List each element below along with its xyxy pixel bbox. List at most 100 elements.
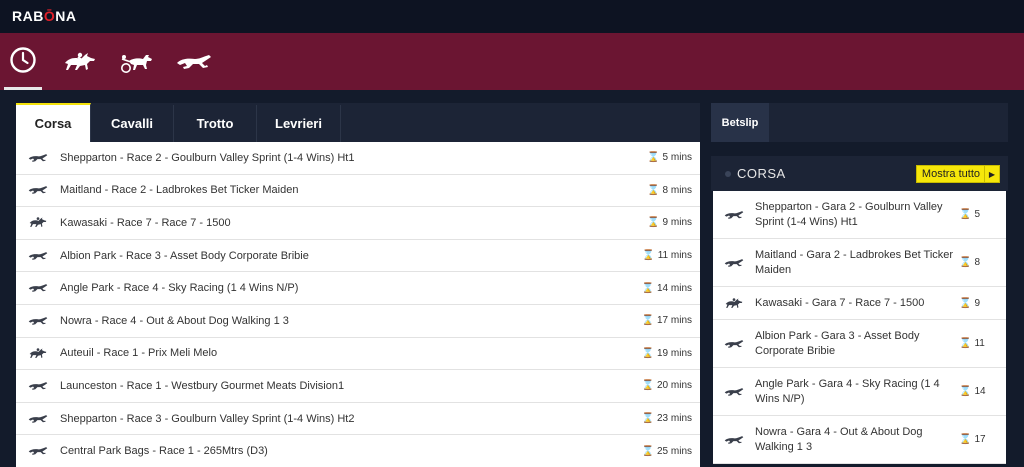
greyhound-icon xyxy=(713,338,755,350)
race-name: Kawasaki - Race 7 - Race 7 - 1500 xyxy=(60,216,231,229)
betslip-item-time: ⌛ 9 xyxy=(959,298,999,309)
hourglass-icon: ⌛ xyxy=(641,282,654,294)
horse-racing-icon[interactable] xyxy=(60,33,100,90)
show-all-label: Mostra tutto xyxy=(921,168,980,180)
race-row[interactable]: Albion Park - Race 3 - Asset Body Corpor… xyxy=(16,240,700,273)
race-time-value: 8 mins xyxy=(662,184,692,196)
race-name: Angle Park - Race 4 - Sky Racing (1 4 Wi… xyxy=(60,282,299,295)
race-time: ⌛ 5 mins xyxy=(630,152,700,163)
greyhound-icon xyxy=(16,184,60,196)
betslip-item-row[interactable]: Angle Park - Gara 4 - Sky Racing (1 4 Wi… xyxy=(713,368,1006,416)
betslip-item-time-value: 5 xyxy=(974,209,981,220)
greyhound-icon xyxy=(16,315,60,327)
race-list: Shepparton - Race 2 - Goulburn Valley Sp… xyxy=(16,142,700,467)
race-name: Maitland - Race 2 - Ladbrokes Bet Ticker… xyxy=(60,184,299,197)
race-time: ⌛ 14 mins xyxy=(630,283,700,294)
race-time: ⌛ 11 mins xyxy=(630,250,700,261)
betslip-section-header: CORSA Mostra tutto ▶ xyxy=(711,156,1008,191)
tab-cavalli[interactable]: Cavalli xyxy=(91,105,174,142)
rabona-logo[interactable]: RABŌNA xyxy=(12,8,76,24)
horse-racing-icon xyxy=(16,346,60,361)
betslip-item-row[interactable]: Maitland - Gara 2 - Ladbrokes Bet Ticker… xyxy=(713,239,1006,287)
tab-betslip[interactable]: Betslip xyxy=(711,103,769,142)
race-name: Auteuil - Race 1 - Prix Meli Melo xyxy=(60,347,218,360)
betslip-item-time-value: 17 xyxy=(974,434,986,445)
betslip-item-name: Nowra - Gara 4 - Out & About Dog Walking… xyxy=(755,425,923,453)
races-panel: Corsa Cavalli Trotto Levrieri Shepparton… xyxy=(16,103,700,467)
greyhound-icon xyxy=(16,250,60,262)
betslip-tabs: Betslip xyxy=(711,103,1008,142)
betslip-item-name: Kawasaki - Gara 7 - Race 7 - 1500 xyxy=(755,296,925,309)
race-row[interactable]: Launceston - Race 1 - Westbury Gourmet M… xyxy=(16,370,700,403)
race-row[interactable]: Central Park Bags - Race 1 - 265Mtrs (D3… xyxy=(16,435,700,467)
horse-racing-icon xyxy=(16,215,60,230)
race-name: Albion Park - Race 3 - Asset Body Corpor… xyxy=(60,249,309,262)
race-row[interactable]: Nowra - Race 4 - Out & About Dog Walking… xyxy=(16,305,700,338)
betslip-item-time: ⌛ 5 xyxy=(959,209,999,220)
hourglass-icon: ⌛ xyxy=(641,315,654,327)
show-all-button[interactable]: Mostra tutto ▶ xyxy=(915,165,1000,183)
race-time: ⌛ 19 mins xyxy=(630,348,700,359)
race-row[interactable]: Angle Park - Race 4 - Sky Racing (1 4 Wi… xyxy=(16,272,700,305)
section-dot-icon xyxy=(725,170,731,177)
tab-trotto[interactable]: Trotto xyxy=(174,105,257,142)
race-time: ⌛ 25 mins xyxy=(630,446,700,457)
hourglass-icon: ⌛ xyxy=(959,434,972,445)
trotting-icon[interactable] xyxy=(117,33,157,90)
betslip-item-row[interactable]: Kawasaki - Gara 7 - Race 7 - 1500 ⌛ 9 xyxy=(713,287,1006,320)
section-title: CORSA xyxy=(737,166,786,181)
greyhound-icon xyxy=(713,386,755,398)
race-time: ⌛ 17 mins xyxy=(630,315,700,326)
race-row[interactable]: Maitland - Race 2 - Ladbrokes Bet Ticker… xyxy=(16,175,700,208)
race-row[interactable]: Shepparton - Race 2 - Goulburn Valley Sp… xyxy=(16,142,700,175)
race-name: Shepparton - Race 2 - Goulburn Valley Sp… xyxy=(60,151,355,164)
hourglass-icon: ⌛ xyxy=(959,209,972,220)
greyhound-icon xyxy=(713,434,755,446)
race-time-value: 19 mins xyxy=(656,347,692,359)
clock-icon[interactable] xyxy=(4,33,42,90)
tab-corsa[interactable]: Corsa xyxy=(16,103,91,142)
race-row[interactable]: Shepparton - Race 3 - Goulburn Valley Sp… xyxy=(16,403,700,436)
hourglass-icon: ⌛ xyxy=(959,386,972,397)
race-type-tabs: Corsa Cavalli Trotto Levrieri xyxy=(16,103,700,142)
greyhound-icon xyxy=(713,257,755,269)
betslip-item-row[interactable]: Albion Park - Gara 3 - Asset Body Corpor… xyxy=(713,320,1006,368)
betslip-item-time-value: 14 xyxy=(974,386,986,397)
play-arrow-icon: ▶ xyxy=(984,165,999,183)
hourglass-icon: ⌛ xyxy=(642,250,655,262)
greyhound-icon[interactable] xyxy=(174,33,214,90)
betslip-item-time: ⌛ 11 xyxy=(959,338,999,349)
race-time-value: 25 mins xyxy=(656,445,692,457)
hourglass-icon: ⌛ xyxy=(959,338,972,349)
race-row[interactable]: Kawasaki - Race 7 - Race 7 - 1500 ⌛ 9 mins xyxy=(16,207,700,240)
race-time-value: 14 mins xyxy=(656,282,692,294)
tab-levrieri[interactable]: Levrieri xyxy=(257,105,341,142)
hourglass-icon: ⌛ xyxy=(641,347,654,359)
race-name: Launceston - Race 1 - Westbury Gourmet M… xyxy=(60,379,345,392)
betslip-item-row[interactable]: Nowra - Gara 4 - Out & About Dog Walking… xyxy=(713,416,1006,464)
hourglass-icon: ⌛ xyxy=(641,445,654,457)
greyhound-icon xyxy=(16,413,60,425)
betslip-list: Shepparton - Gara 2 - Goulburn Valley Sp… xyxy=(713,191,1006,464)
race-row[interactable]: Auteuil - Race 1 - Prix Meli Melo ⌛ 19 min… xyxy=(16,338,700,371)
betslip-item-row[interactable]: Shepparton - Gara 2 - Goulburn Valley Sp… xyxy=(713,191,1006,239)
race-name: Nowra - Race 4 - Out & About Dog Walking… xyxy=(60,314,289,327)
race-name: Central Park Bags - Race 1 - 265Mtrs (D3… xyxy=(60,445,268,458)
hourglass-icon: ⌛ xyxy=(647,152,660,164)
greyhound-icon xyxy=(16,380,60,392)
betslip-item-time: ⌛ 14 xyxy=(959,386,999,397)
betslip-item-time-value: 9 xyxy=(974,297,981,309)
betslip-item-time: ⌛ 8 xyxy=(959,257,999,268)
hourglass-icon: ⌛ xyxy=(641,380,654,392)
race-time-value: 20 mins xyxy=(656,380,692,392)
betslip-item-time-value: 11 xyxy=(974,338,985,349)
horse-racing-icon xyxy=(713,296,755,311)
race-time-value: 5 mins xyxy=(662,152,692,164)
betslip-item-time-value: 8 xyxy=(974,257,981,268)
greyhound-icon xyxy=(713,209,755,221)
greyhound-icon xyxy=(16,152,60,164)
betslip-item-name: Angle Park - Gara 4 - Sky Racing (1 4 Wi… xyxy=(755,377,940,405)
hourglass-icon: ⌛ xyxy=(647,217,660,229)
betslip-panel: Betslip CORSA Mostra tutto ▶ Shepparton … xyxy=(711,103,1008,467)
greyhound-icon xyxy=(16,445,60,457)
